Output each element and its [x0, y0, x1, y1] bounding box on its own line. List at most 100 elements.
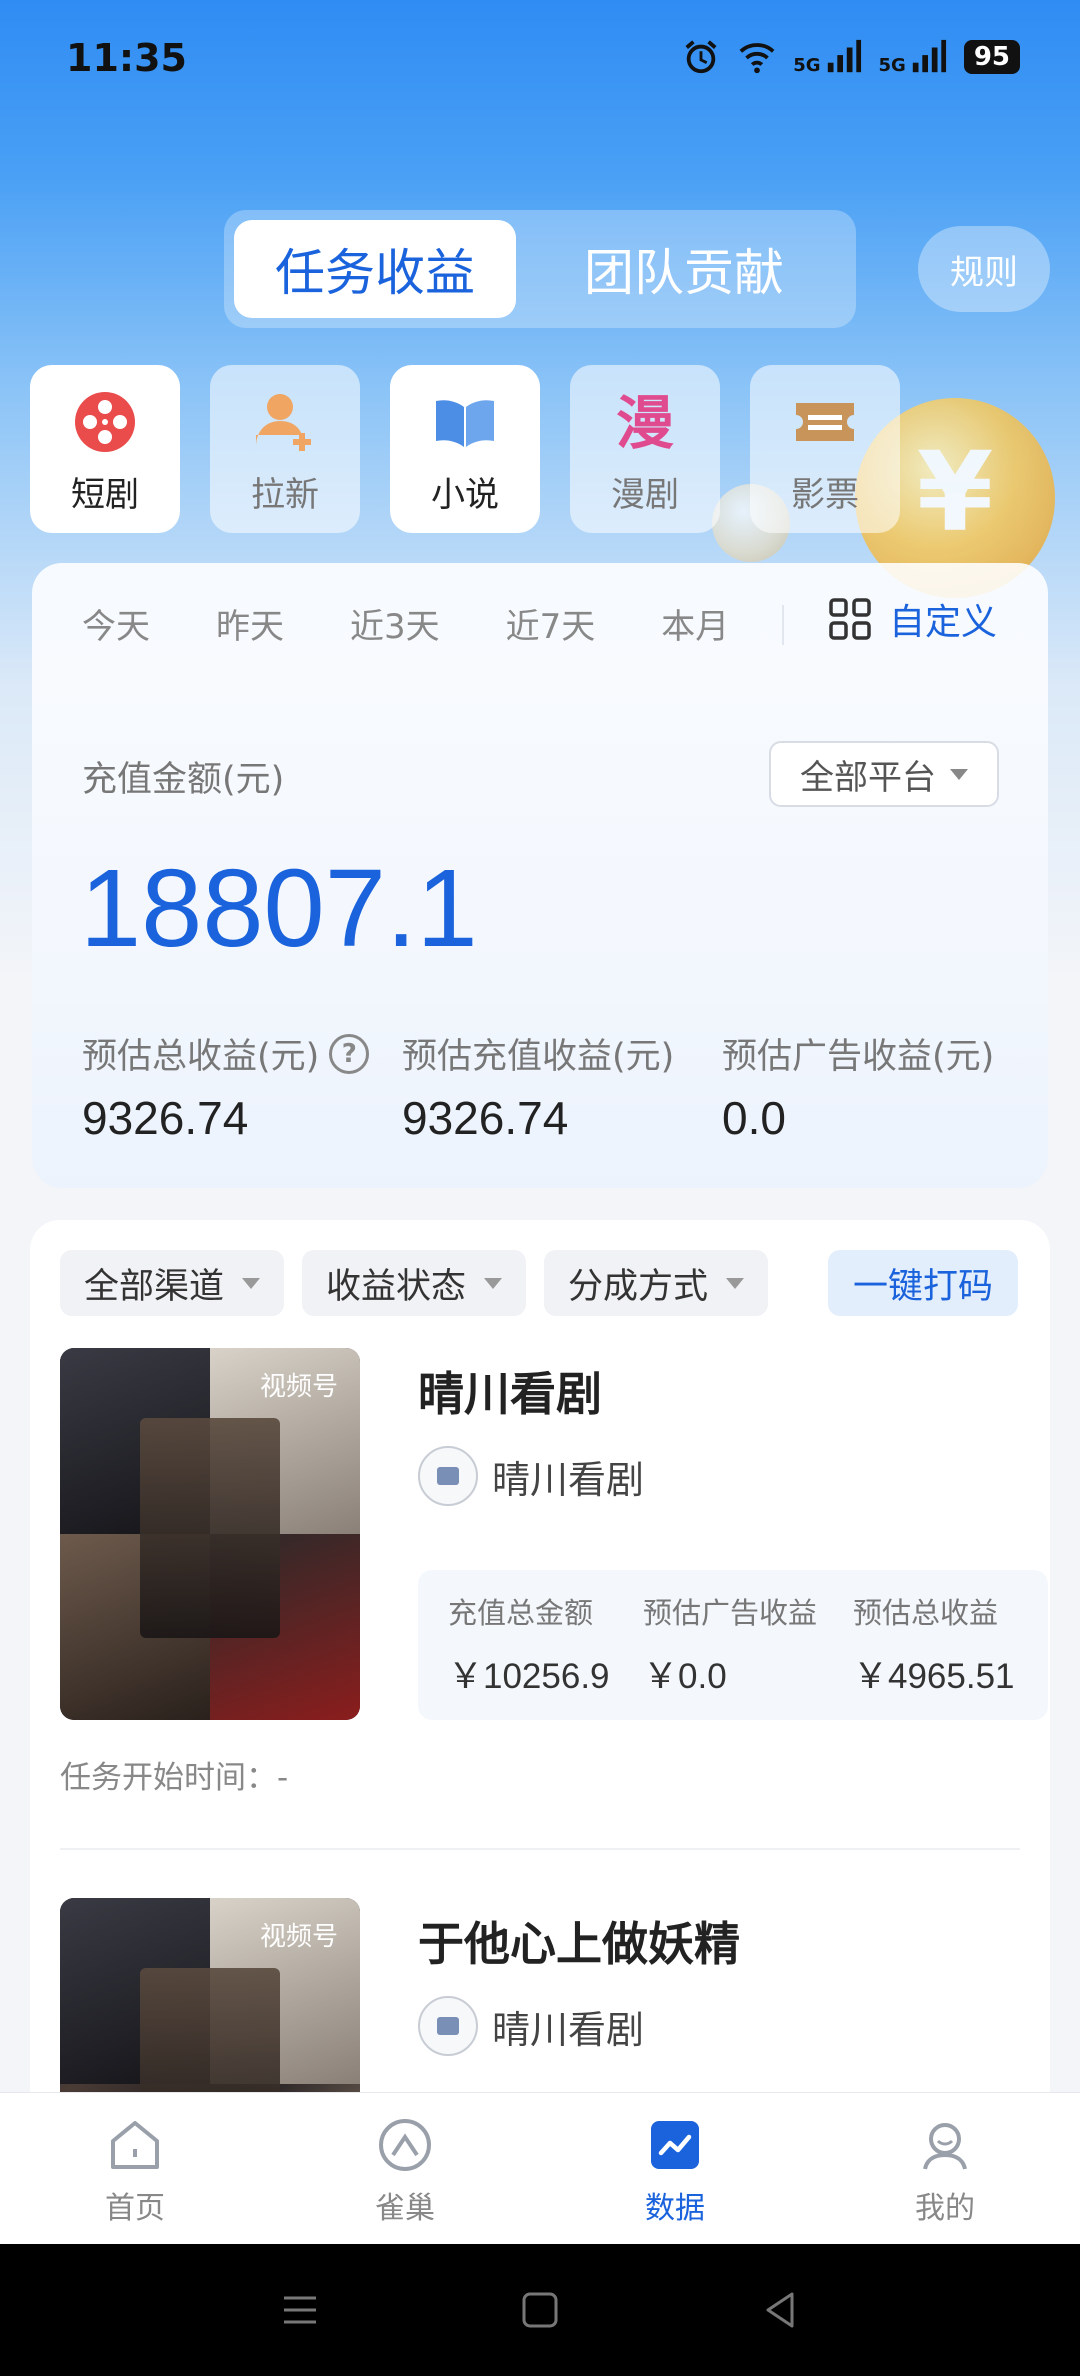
- author-row: 晴川看剧: [418, 1446, 644, 1506]
- author-name: 晴川看剧: [492, 1457, 645, 1502]
- estimate-value: 0.0: [722, 1092, 786, 1144]
- caret-down-icon: [484, 1277, 503, 1289]
- profile-icon: [923, 2123, 967, 2170]
- tab-task-earnings[interactable]: 任务收益: [234, 220, 516, 318]
- system-nav-bar: [0, 2244, 1080, 2376]
- category-label: 影票: [791, 475, 859, 515]
- earnings-summary-card: 今天 昨天 近3天 近7天 本月 自定义 充值金额(元) 全部平台 18807.…: [32, 563, 1048, 1188]
- divider: [782, 605, 784, 645]
- avatar: [418, 1996, 478, 2056]
- category-row: 短剧 拉新 小说 漫 漫剧 影票: [30, 365, 900, 533]
- nest-icon: [379, 2119, 431, 2171]
- nav-nest[interactable]: 雀巢: [270, 2093, 540, 2244]
- metrics-box: 充值总金额 ￥10256.9 预估广告收益 ￥0.0 预估总收益 ￥4965.5…: [418, 1570, 1048, 1720]
- metric-label: 预估广告收益: [643, 1596, 818, 1630]
- add-user-icon: [256, 394, 311, 451]
- drama-poster: 视频号: [60, 1348, 360, 1720]
- drama-title: 于他心上做妖精: [418, 1917, 740, 1971]
- alarm-icon: [685, 40, 717, 74]
- caret-down-icon: [726, 1277, 745, 1289]
- cellular-signal-icon: 5G: [879, 38, 948, 76]
- category-novel[interactable]: 小说: [390, 365, 540, 533]
- caret-down-icon: [242, 1277, 261, 1289]
- category-label: 漫剧: [611, 475, 679, 515]
- list-item[interactable]: 视频号 晴川看剧 晴川看剧 充值总金额 ￥10256.9 预估广告收益 ￥0.0…: [60, 1348, 1050, 1808]
- platform-select-value: 全部平台: [800, 757, 936, 798]
- estimate-total: 预估总收益(元)? 9326.74: [82, 1028, 370, 1145]
- range-yesterday[interactable]: 昨天: [216, 599, 284, 648]
- metric-value: ￥10256.9: [448, 1657, 610, 1696]
- filter-channel[interactable]: 全部渠道: [60, 1250, 285, 1316]
- nav-label: 数据: [645, 2191, 705, 2226]
- estimate-recharge: 预估充值收益(元) 9326.74: [402, 1028, 674, 1145]
- battery-indicator: 95: [963, 40, 1020, 74]
- range-today[interactable]: 今天: [82, 599, 150, 648]
- platform-badge: 视频号: [259, 1922, 338, 1952]
- category-label: 拉新: [251, 475, 319, 515]
- recharge-amount-label: 充值金额(元): [82, 760, 285, 800]
- estimate-ads: 预估广告收益(元) 0.0: [722, 1028, 994, 1145]
- ticket-icon: [796, 403, 854, 441]
- filter-label: 收益状态: [326, 1266, 467, 1307]
- svg-text:漫: 漫: [616, 389, 674, 457]
- open-book-icon: [436, 400, 494, 447]
- filter-label: 分成方式: [568, 1266, 709, 1307]
- filter-bar: 全部渠道 收益状态 分成方式: [60, 1250, 769, 1316]
- nav-label: 雀巢: [375, 2191, 435, 2226]
- estimate-label: 预估充值收益(元): [402, 1037, 675, 1077]
- help-icon[interactable]: ?: [329, 1033, 370, 1074]
- recharge-amount-value: 18807.1: [80, 847, 478, 970]
- wifi-icon: [739, 43, 775, 74]
- range-7-days[interactable]: 近7天: [506, 599, 596, 648]
- rules-button[interactable]: 规则: [918, 226, 1050, 312]
- category-movie-tickets[interactable]: 影票: [750, 365, 900, 533]
- status-bar: 11:35 5G 5G 95: [0, 0, 1080, 120]
- home-square-icon[interactable]: [520, 2290, 560, 2330]
- custom-range-button[interactable]: 自定义: [827, 593, 997, 645]
- estimate-label: 预估广告收益(元): [722, 1037, 995, 1077]
- menu-icon[interactable]: [280, 2290, 320, 2330]
- task-list-panel: 全部渠道 收益状态 分成方式 一键打码 视频号 晴川看剧 晴川看剧 充值总金额 …: [30, 1220, 1050, 2270]
- filter-label: 全部渠道: [84, 1266, 225, 1307]
- cellular-signal-icon: 5G: [793, 38, 862, 76]
- custom-range-label: 自定义: [889, 602, 998, 643]
- nav-data[interactable]: 数据: [540, 2093, 810, 2244]
- platform-select[interactable]: 全部平台: [769, 741, 999, 807]
- estimate-value: 9326.74: [82, 1092, 249, 1144]
- date-range-tabs: 今天 昨天 近3天 近7天 本月: [82, 599, 795, 648]
- author-row: 晴川看剧: [418, 1996, 644, 2056]
- home-icon: [111, 2121, 159, 2169]
- task-start-time: 任务开始时间：-: [60, 1760, 289, 1796]
- range-3-days[interactable]: 近3天: [350, 599, 440, 648]
- grid-icon: [829, 598, 871, 640]
- comic-icon: 漫: [616, 389, 674, 457]
- one-click-mask-button[interactable]: 一键打码: [828, 1250, 1018, 1316]
- nav-home[interactable]: 首页: [0, 2093, 270, 2244]
- metric-value: ￥4965.51: [853, 1657, 1015, 1696]
- divider: [60, 1848, 1020, 1850]
- range-this-month[interactable]: 本月: [661, 599, 729, 648]
- avatar: [418, 1446, 478, 1506]
- tab-team-contribution[interactable]: 团队贡献: [534, 220, 834, 318]
- nav-label: 我的: [915, 2191, 975, 2226]
- nav-profile[interactable]: 我的: [810, 2093, 1080, 2244]
- bottom-nav: 首页 雀巢 数据 我的: [0, 2092, 1080, 2244]
- category-comic-drama[interactable]: 漫 漫剧: [570, 365, 720, 533]
- author-name: 晴川看剧: [492, 2007, 645, 2052]
- data-chart-icon: [651, 2121, 699, 2169]
- segment-control: 任务收益 团队贡献: [224, 210, 856, 328]
- nav-label: 首页: [105, 2191, 165, 2226]
- filter-earning-status[interactable]: 收益状态: [302, 1250, 527, 1316]
- category-label: 短剧: [71, 475, 139, 515]
- category-new-users[interactable]: 拉新: [210, 365, 360, 533]
- category-short-drama[interactable]: 短剧: [30, 365, 180, 533]
- caret-down-icon: [950, 768, 968, 780]
- platform-badge: 视频号: [259, 1372, 338, 1402]
- metric-label: 预估总收益: [853, 1596, 999, 1630]
- film-reel-icon: [75, 392, 135, 452]
- metric-value: ￥0.0: [643, 1657, 727, 1696]
- filter-split-method[interactable]: 分成方式: [544, 1250, 769, 1316]
- back-icon[interactable]: [760, 2290, 800, 2330]
- drama-title: 晴川看剧: [418, 1367, 602, 1421]
- estimate-value: 9326.74: [402, 1092, 569, 1144]
